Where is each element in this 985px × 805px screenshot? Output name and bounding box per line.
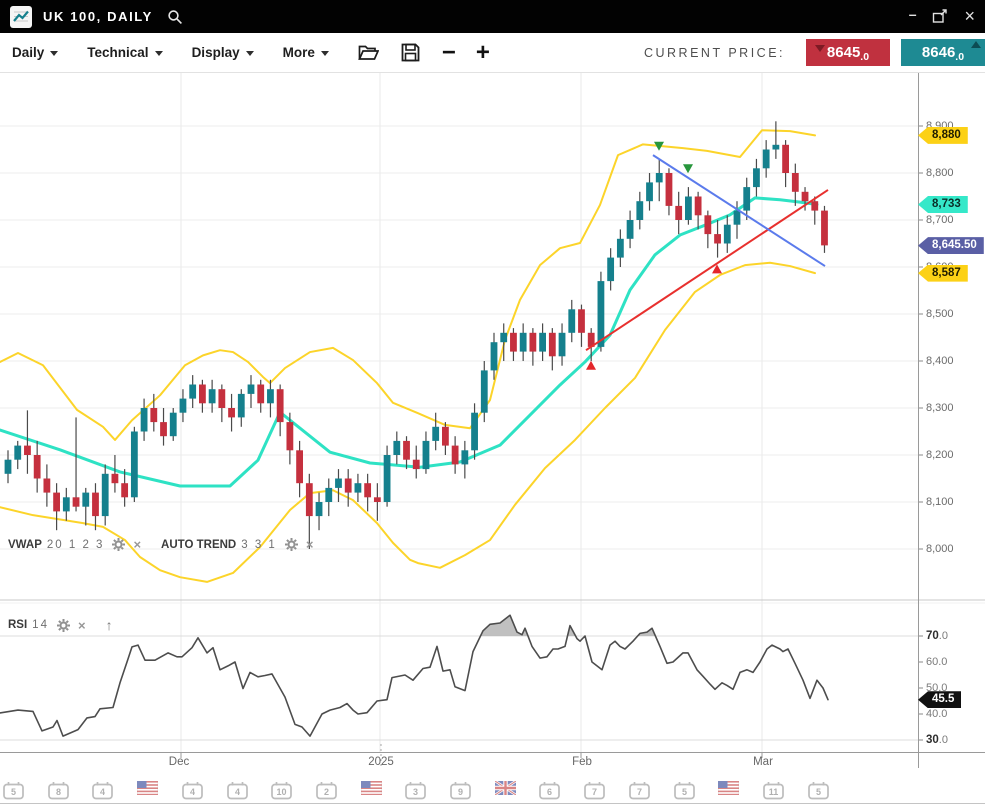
chevron-down-icon [50, 51, 58, 56]
close-button[interactable]: × [964, 6, 975, 27]
autotrend-remove-icon[interactable]: × [306, 537, 314, 552]
menu-daily[interactable]: Daily [12, 45, 58, 60]
rsi-settings-gear-icon[interactable] [57, 619, 70, 632]
autotrend-settings-gear-icon[interactable] [285, 538, 298, 551]
popout-window-button[interactable] [932, 9, 948, 24]
menu-label: Technical [87, 45, 148, 60]
chevron-down-icon [321, 51, 329, 56]
vwap-indicator-label: VWAP [8, 539, 42, 551]
rsi-indicator-params: 14 [32, 619, 49, 631]
menu-display[interactable]: Display [192, 45, 254, 60]
minimize-button[interactable]: – [909, 6, 917, 22]
menu-label: More [283, 45, 315, 60]
menu-label: Daily [12, 45, 44, 60]
vwap-remove-icon[interactable]: × [133, 537, 141, 552]
menu-technical[interactable]: Technical [87, 45, 162, 60]
search-icon[interactable] [167, 9, 183, 25]
rsi-indicator-row: RSI 14 × ↑ [8, 617, 113, 633]
menu-label: Display [192, 45, 240, 60]
vwap-settings-gear-icon[interactable] [112, 538, 125, 551]
zoom-in-button[interactable]: + [476, 43, 490, 63]
vwap-indicator-params: 20 1 2 3 [47, 539, 105, 551]
title-bar: UK 100, DAILY – × [0, 0, 985, 33]
save-layout-icon[interactable] [401, 43, 420, 62]
instrument-title: UK 100, DAILY [43, 9, 153, 24]
buy-price-button[interactable]: 8646.0 [901, 39, 985, 66]
autotrend-indicator-label: AUTO TREND [161, 539, 236, 551]
chart-toolbar: Daily Technical Display More − + CURRENT PR… [0, 33, 985, 73]
zoom-out-button[interactable]: − [442, 43, 456, 63]
price-down-arrow-icon [815, 45, 825, 52]
chevron-down-icon [155, 51, 163, 56]
autotrend-indicator-params: 3 3 1 [241, 539, 277, 551]
overlay-indicator-row: VWAP 20 1 2 3 × AUTO TREND 3 3 1 × [8, 537, 321, 552]
open-layout-folder-icon[interactable] [358, 44, 379, 61]
chevron-down-icon [246, 51, 254, 56]
price-chart-canvas[interactable] [0, 0, 985, 805]
sell-price-button[interactable]: 8645.0 [806, 39, 890, 66]
chart-logo-icon [10, 6, 32, 28]
price-up-arrow-icon [971, 41, 981, 48]
menu-more[interactable]: More [283, 45, 329, 60]
current-price-label: CURRENT PRICE: [644, 46, 785, 60]
rsi-indicator-label: RSI [8, 619, 27, 631]
rsi-collapse-arrow-icon[interactable]: ↑ [106, 617, 113, 633]
rsi-remove-icon[interactable]: × [78, 618, 86, 633]
